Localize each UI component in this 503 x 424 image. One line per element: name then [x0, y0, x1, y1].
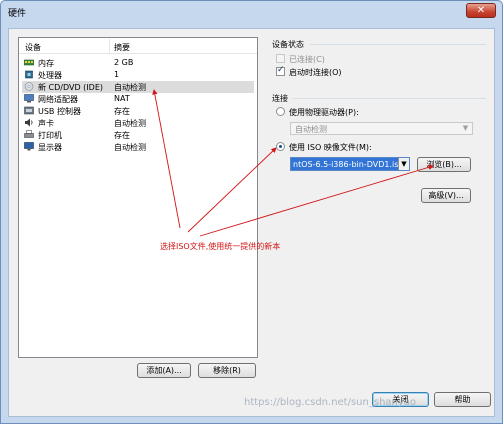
device-status-heading: 设备状态 — [272, 40, 304, 49]
iso-image-label: 使用 ISO 映像文件(M): — [289, 143, 372, 152]
connect-on-power-on-checkbox[interactable] — [276, 65, 285, 76]
device-row-usb[interactable]: USB 控制器 存在 — [22, 105, 254, 117]
sound-card-icon — [25, 118, 33, 127]
column-separator — [109, 39, 110, 53]
device-row-processor[interactable]: 处理器 1 — [22, 69, 254, 81]
column-header-device[interactable]: 设备 — [25, 42, 41, 53]
processor-icon — [25, 70, 33, 79]
device-name: USB 控制器 — [38, 107, 81, 116]
printer-icon — [24, 130, 34, 138]
device-summary: 存在 — [114, 131, 130, 140]
browse-button[interactable]: 浏览(B)... — [417, 157, 471, 172]
device-summary: 自动检测 — [114, 83, 146, 92]
device-name: 显示器 — [38, 143, 62, 152]
title-bar: 硬件 ✕ — [1, 1, 502, 27]
device-summary: NAT — [114, 94, 130, 103]
chevron-down-icon: ▼ — [462, 124, 469, 132]
connected-checkbox[interactable] — [276, 54, 285, 63]
monitor-icon — [24, 142, 34, 151]
device-row-monitor[interactable]: 显示器 自动检测 — [22, 141, 254, 153]
physical-drive-select[interactable]: 自动检测 ▼ — [290, 122, 473, 135]
watermark: https://blog.csdn.net/sun_shanyao — [244, 397, 417, 408]
iso-path-field[interactable]: ntOS-6.5-i386-bin-DVD1.iso ▼ — [290, 157, 410, 171]
connection-heading: 连接 — [272, 94, 288, 103]
device-name: 新 CD/DVD (IDE) — [38, 83, 103, 92]
device-summary: 2 GB — [114, 58, 134, 67]
advanced-button[interactable]: 高级(V)... — [421, 188, 471, 203]
device-list: 设备 摘要 内存 2 GB 处理器 1 新 CD/DVD (IDE) 自动检测 — [18, 37, 258, 358]
physical-drive-radio[interactable] — [276, 107, 285, 116]
remove-device-button[interactable]: 移除(R) — [198, 363, 256, 378]
device-summary: 1 — [114, 70, 120, 79]
device-summary: 自动检测 — [114, 119, 146, 128]
device-summary: 存在 — [114, 107, 130, 116]
group-divider — [310, 44, 486, 45]
device-row-sound-card[interactable]: 声卡 自动检测 — [22, 117, 254, 129]
network-adapter-icon — [24, 94, 34, 103]
iso-path-value: ntOS-6.5-i386-bin-DVD1.iso — [293, 160, 398, 169]
device-name: 声卡 — [38, 119, 54, 128]
device-row-network-adapter[interactable]: 网络适配器 NAT — [22, 93, 254, 105]
device-name: 处理器 — [38, 71, 62, 80]
memory-icon — [24, 59, 34, 66]
device-list-header: 设备 摘要 — [19, 38, 257, 54]
device-name: 打印机 — [38, 131, 62, 140]
chevron-down-icon[interactable]: ▼ — [398, 158, 409, 170]
usb-icon — [24, 106, 34, 115]
help-button[interactable]: 帮助 — [434, 392, 491, 407]
close-window-button[interactable]: ✕ — [466, 3, 496, 18]
cd-dvd-icon — [24, 82, 34, 91]
device-name: 内存 — [38, 59, 54, 68]
device-row-cd-dvd[interactable]: 新 CD/DVD (IDE) 自动检测 — [22, 81, 254, 93]
annotation-text: 选择ISO文件,使用统一提供的新本 — [160, 242, 281, 251]
group-divider — [292, 98, 486, 99]
device-summary: 自动检测 — [114, 143, 146, 152]
column-header-summary[interactable]: 摘要 — [114, 42, 130, 53]
iso-image-radio[interactable] — [276, 142, 285, 151]
connected-label: 已连接(C) — [289, 55, 325, 64]
device-row-printer[interactable]: 打印机 存在 — [22, 129, 254, 141]
device-name: 网络适配器 — [38, 95, 78, 104]
add-device-button[interactable]: 添加(A)... — [137, 363, 191, 378]
connect-on-power-on-label: 启动时连接(O) — [289, 68, 342, 77]
physical-drive-label: 使用物理驱动器(P): — [289, 108, 359, 117]
window-title: 硬件 — [8, 9, 27, 19]
device-row-memory[interactable]: 内存 2 GB — [22, 57, 254, 69]
physical-drive-value: 自动检测 — [295, 125, 327, 134]
